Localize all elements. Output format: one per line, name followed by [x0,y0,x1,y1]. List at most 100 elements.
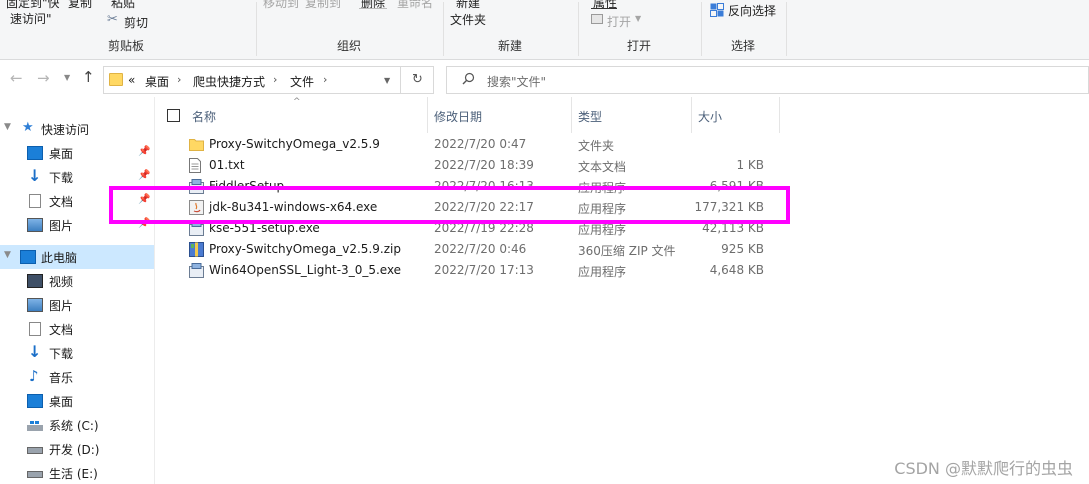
paste-button[interactable]: 粘贴 [111,0,135,11]
nav-pc-drive-e[interactable]: 生活 (E:) [0,461,154,484]
properties-underline [591,8,617,9]
file-type: 文本文档 [578,160,627,174]
address-row: ← → ▼ ↑ « 桌面 › 爬虫快捷方式 › 文件 › ▼ ↻ 搜索"文件" [0,61,1089,97]
nav-quick-access-label: 快速访问 [41,123,90,137]
file-row[interactable]: Win64OpenSSL_Light-3_0_5.exe 2022/7/20 17… [155,260,1089,281]
file-name: kse-551-setup.exe [209,221,320,235]
file-modified-date: 2022/7/20 17:13 [434,263,534,277]
file-row[interactable]: Proxy-SwitchyOmega_v2.5.9 2022/7/20 0:47 文… [155,134,1089,155]
nav-pc-drive-c[interactable]: 系统 (C:) [0,413,154,437]
column-header-date[interactable]: 修改日期 [428,97,572,133]
recent-locations-chevron-icon[interactable]: ▼ [64,73,70,82]
file-size: 6,591 KB [709,179,764,193]
address-bar[interactable]: « 桌面 › 爬虫快捷方式 › 文件 › ▼ [103,66,401,94]
nav-pc-music[interactable]: ♪ 音乐 [0,365,154,389]
pin-icon[interactable]: 📌 [138,194,150,205]
nav-this-pc[interactable]: ▼ 此电脑 [0,245,154,269]
file-type: 应用程序 [578,265,627,279]
nav-quick-access[interactable]: ▼ ★ 快速访问 [0,117,154,141]
expand-chevron-icon[interactable]: ▼ [4,250,11,260]
nav-quick-pictures[interactable]: 图片 📌 [0,213,154,237]
pin-icon[interactable]: 📌 [138,218,150,229]
file-type: 应用程序 [578,181,627,195]
nav-pc-drive-e-label: 生活 (E:) [49,467,98,481]
properties-button[interactable]: 属性 [593,0,617,11]
file-row[interactable]: jdk-8u341-windows-x64.exe 2022/7/20 22:17… [155,197,1089,218]
file-modified-date: 2022/7/20 16:13 [434,179,534,193]
nav-pc-desktop[interactable]: 桌面 [0,389,154,413]
nav-pc-videos[interactable]: 视频 [0,269,154,293]
navigation-pane: ▼ ★ 快速访问 桌面 📌 ↓ 下载 📌 文档 📌 图片 📌 ▼ 此电脑 视频 … [0,97,155,484]
up-arrow-icon[interactable]: ↑ [82,68,95,86]
nav-pc-drive-d[interactable]: 开发 (D:) [0,437,154,461]
rename-button[interactable]: 重命名 [397,0,433,11]
file-name: Proxy-SwitchyOmega_v2.5.9.zip [209,242,401,256]
installer-icon [189,179,204,195]
column-header-name[interactable]: 名称 [185,97,428,133]
file-list: ^ 名称 修改日期 类型 大小 Proxy-SwitchyOmega_v2.5.… [155,97,1089,484]
cut-button[interactable]: 剪切 [124,14,148,31]
installer-icon [189,221,204,237]
file-row[interactable]: Proxy-SwitchyOmega_v2.5.9.zip 2022/7/20 0… [155,239,1089,260]
nav-pc-documents[interactable]: 文档 [0,317,154,341]
breadcrumb-chevron-icon[interactable]: › [273,73,277,86]
nav-pc-pictures[interactable]: 图片 [0,293,154,317]
file-modified-date: 2022/7/20 18:39 [434,158,534,172]
drive-icon [27,471,43,478]
new-folder-button-line2[interactable]: 文件夹 [450,11,486,28]
breadcrumb-chevron-icon[interactable]: › [323,73,327,86]
column-header-type[interactable]: 类型 [572,97,692,133]
file-type: 应用程序 [578,223,627,237]
clipboard-group: 固定到"快 速访问" 复制 粘贴 ✂ 剪切 剪贴板 [0,0,256,59]
nav-pc-drive-d-label: 开发 (D:) [49,443,100,457]
expand-chevron-icon[interactable]: ▼ [4,122,11,132]
refresh-button[interactable]: ↻ [401,66,434,94]
forward-arrow-icon[interactable]: → [37,69,50,87]
search-box[interactable]: 搜索"文件" [446,66,1089,94]
file-row[interactable]: kse-551-setup.exe 2022/7/19 22:28 应用程序 42,1… [155,218,1089,239]
chevron-down-icon: ▼ [635,14,642,23]
nav-this-pc-label: 此电脑 [41,251,78,265]
file-size: 177,321 KB [694,200,764,214]
nav-quick-desktop[interactable]: 桌面 📌 [0,141,154,165]
computer-icon [20,250,36,264]
move-to-button[interactable]: 移动到 [263,0,299,11]
breadcrumb-chevron-icon[interactable]: › [177,73,181,86]
select-group-label: 选择 [731,39,756,53]
nav-quick-documents[interactable]: 文档 📌 [0,189,154,213]
invert-selection-button[interactable]: 反向选择 [728,2,776,19]
breadcrumb-files[interactable]: 文件 [290,73,314,90]
copy-to-button[interactable]: 复制到 [305,0,341,11]
delete-button[interactable]: 删除 [361,0,385,11]
drive-icon [27,447,43,454]
search-placeholder: 搜索"文件" [487,75,547,89]
column-header-size[interactable]: 大小 [692,97,780,133]
nav-pc-downloads[interactable]: ↓ 下载 [0,341,154,365]
desktop-icon [27,394,43,408]
file-row[interactable]: FiddlerSetup 2022/7/20 16:13 应用程序 6,591 KB [155,176,1089,197]
music-note-icon: ♪ [29,367,39,385]
file-type: 应用程序 [578,202,627,216]
download-arrow-icon: ↓ [28,166,42,185]
back-arrow-icon[interactable]: ← [10,69,23,87]
address-dropdown-chevron-icon[interactable]: ▼ [384,76,390,85]
select-all-checkbox[interactable] [167,109,180,122]
download-arrow-icon: ↓ [28,342,42,361]
pin-to-quick-access-button-line2[interactable]: 速访问" [10,10,52,27]
new-folder-button[interactable]: 新建 [456,0,480,11]
pin-icon[interactable]: 📌 [138,146,150,157]
breadcrumb-desktop[interactable]: 桌面 [145,73,169,90]
zip-archive-icon [189,242,204,258]
file-row[interactable]: 01.txt 2022/7/20 18:39 文本文档 1 KB [155,155,1089,176]
scissors-icon: ✂ [107,12,118,27]
open-button[interactable]: 打开 [607,13,631,30]
breadcrumb-overflow[interactable]: « [128,73,135,87]
pin-icon[interactable]: 📌 [138,170,150,181]
installer-icon [189,263,204,279]
column-header-type-label: 类型 [578,110,603,124]
nav-quick-downloads[interactable]: ↓ 下载 📌 [0,165,154,189]
copy-button[interactable]: 复制 [68,0,92,11]
breadcrumb-crawler-shortcuts[interactable]: 爬虫快捷方式 [193,73,265,90]
file-size: 4,648 KB [709,263,764,277]
select-group: 反向选择 选择 [702,0,786,59]
